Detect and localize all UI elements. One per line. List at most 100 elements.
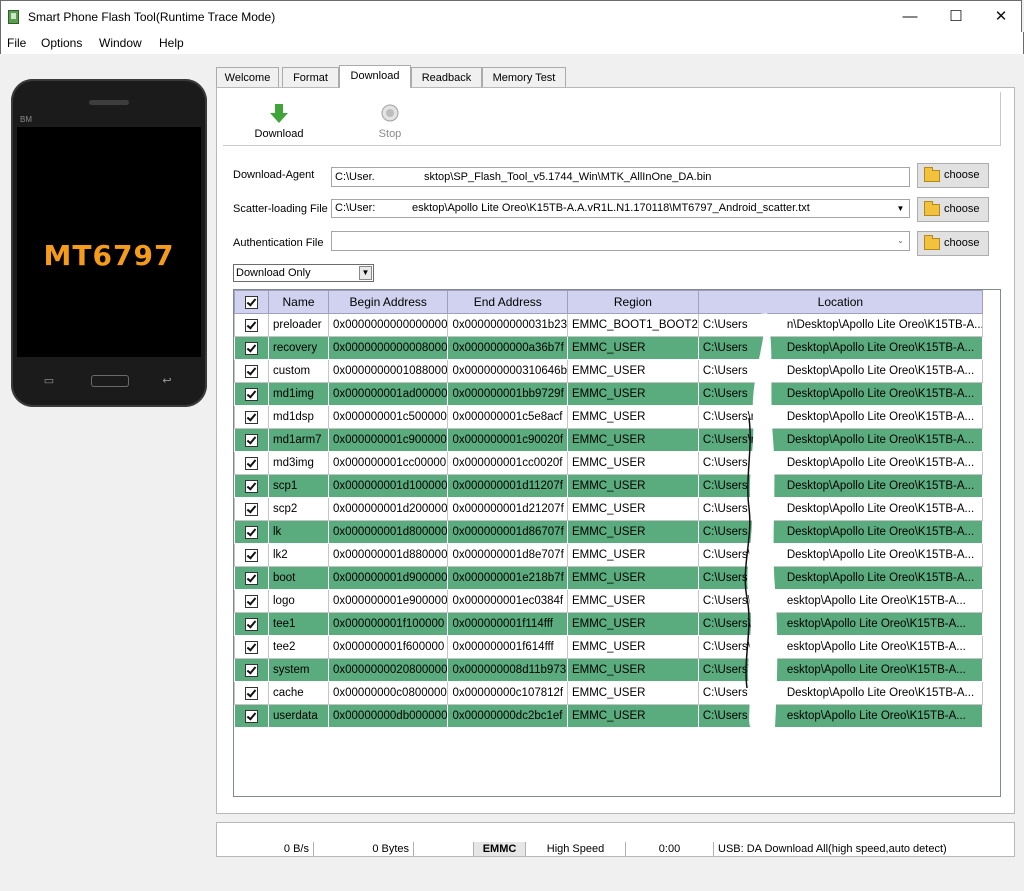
table-row[interactable]: cache 0x00000000c0800000 0x00000000c107812…	[234, 681, 983, 705]
row-checkbox[interactable]	[245, 433, 258, 447]
row-checkbox[interactable]	[245, 686, 258, 700]
begin-address: 0x0000000000008000	[327, 336, 449, 360]
row-checkbox-cell[interactable]	[234, 635, 269, 659]
row-checkbox[interactable]	[245, 709, 258, 723]
partition-name: lk	[268, 520, 329, 544]
auth-dropdown-icon[interactable]: ⌄	[893, 233, 908, 249]
partition-name: cache	[268, 681, 329, 705]
table-row[interactable]: preloader 0x0000000000000000 0x00000000000…	[234, 313, 983, 337]
table-row[interactable]: scp1 0x000000001d100000 0x000000001d11207f…	[234, 474, 983, 498]
row-checkbox[interactable]	[245, 617, 258, 631]
location-suffix: Desktop\Apollo Lite Oreo\K15TB-A...	[786, 572, 975, 584]
table-row[interactable]: md1dsp 0x000000001c500000 0x000000001c5e8a…	[234, 405, 983, 429]
table-row[interactable]: scp2 0x000000001d200000 0x000000001d21207f…	[234, 497, 983, 521]
end-address: 0x000000001d11207f	[447, 474, 568, 498]
row-checkbox-cell[interactable]	[234, 658, 269, 682]
choose-scatter-button[interactable]: choose	[917, 197, 989, 222]
scatter-combo[interactable]: C:\User: esktop\Apollo Lite Oreo\K15TB-A…	[331, 199, 910, 218]
choose-download-agent-button[interactable]: choose	[917, 163, 989, 188]
row-checkbox-cell[interactable]	[234, 451, 269, 475]
table-row[interactable]: md1arm7 0x000000001c900000 0x000000001c900…	[234, 428, 983, 452]
partition-grid: Name Begin Address End Address Region Lo…	[234, 290, 983, 728]
status-usb: USB: DA Download All(high speed,auto det…	[718, 843, 947, 855]
table-row[interactable]: lk 0x000000001d800000 0x000000001d86707f EM…	[234, 520, 983, 544]
row-checkbox-cell[interactable]	[234, 382, 269, 406]
table-row[interactable]: tee2 0x000000001f600000 0x000000001f614fff…	[234, 635, 983, 659]
row-checkbox-cell[interactable]	[234, 612, 269, 636]
row-checkbox[interactable]	[245, 548, 258, 562]
choose-auth-button[interactable]: choose	[917, 231, 989, 256]
tab-welcome[interactable]: Welcome	[216, 67, 279, 87]
auth-combo[interactable]: ⌄	[331, 231, 910, 251]
region: EMMC_USER	[566, 589, 699, 613]
row-checkbox-cell[interactable]	[234, 681, 269, 705]
menu-options[interactable]: Options	[41, 36, 82, 50]
menu-help[interactable]: Help	[159, 36, 184, 50]
row-checkbox-cell[interactable]	[234, 336, 269, 360]
row-checkbox-cell[interactable]	[234, 589, 269, 613]
location-suffix: Desktop\Apollo Lite Oreo\K15TB-A...	[786, 365, 975, 377]
location-suffix: esktop\Apollo Lite Oreo\K15TB-A...	[786, 664, 966, 676]
location-suffix: Desktop\Apollo Lite Oreo\K15TB-A...	[786, 342, 975, 354]
table-row[interactable]: boot 0x000000001d900000 0x000000001e218b7f…	[234, 566, 983, 590]
table-row[interactable]: md3img 0x000000001cc00000 0x000000001cc002…	[234, 451, 983, 475]
row-checkbox-cell[interactable]	[234, 313, 269, 337]
table-row[interactable]: lk2 0x000000001d880000 0x000000001d8e707f E…	[234, 543, 983, 567]
row-checkbox[interactable]	[245, 525, 258, 539]
close-button[interactable]: ✕	[978, 1, 1024, 33]
row-checkbox-cell[interactable]	[234, 520, 269, 544]
maximize-button[interactable]: ☐	[933, 1, 979, 33]
table-row[interactable]: tee1 0x000000001f100000 0x000000001f114fff…	[234, 612, 983, 636]
row-checkbox[interactable]	[245, 594, 258, 608]
table-row[interactable]: custom 0x0000000001088000 0x00000000031064…	[234, 359, 983, 383]
row-checkbox[interactable]	[245, 663, 258, 677]
minimize-button[interactable]: —	[887, 1, 933, 33]
row-checkbox[interactable]	[245, 410, 258, 424]
table-row[interactable]: system 0x0000000020800000 0x000000008d11b9…	[234, 658, 983, 682]
row-checkbox-cell[interactable]	[234, 543, 269, 567]
chip-label: MT6797	[43, 239, 175, 272]
table-row[interactable]: md1img 0x000000001ad00000 0x000000001bb972…	[234, 382, 983, 406]
begin-address: 0x00000000db000000	[327, 704, 449, 728]
partition-name: custom	[268, 359, 329, 383]
tab-memory-test[interactable]: Memory Test	[482, 67, 566, 87]
location-suffix: Desktop\Apollo Lite Oreo\K15TB-A...	[786, 388, 975, 400]
table-row[interactable]: logo 0x000000001e900000 0x000000001ec0384f…	[234, 589, 983, 613]
row-checkbox[interactable]	[245, 387, 258, 401]
row-checkbox[interactable]	[245, 571, 258, 585]
region: EMMC_USER	[566, 497, 699, 521]
row-checkbox[interactable]	[245, 318, 258, 332]
row-checkbox[interactable]	[245, 502, 258, 516]
col-region: Region	[566, 290, 699, 314]
row-checkbox[interactable]	[245, 456, 258, 470]
row-checkbox-cell[interactable]	[234, 405, 269, 429]
partition-name: system	[268, 658, 329, 682]
row-checkbox[interactable]	[245, 364, 258, 378]
row-checkbox-cell[interactable]	[234, 497, 269, 521]
tab-readback[interactable]: Readback	[411, 67, 482, 87]
menu-file[interactable]: File	[7, 36, 26, 50]
row-checkbox-cell[interactable]	[234, 428, 269, 452]
download-tool-button[interactable]: Download	[250, 103, 308, 140]
stop-tool-button[interactable]: Stop	[370, 103, 410, 140]
download-mode-select[interactable]: Download Only ▼	[233, 264, 374, 282]
table-row[interactable]: userdata 0x00000000db000000 0x00000000dc2b…	[234, 704, 983, 728]
row-checkbox-cell[interactable]	[234, 474, 269, 498]
row-checkbox[interactable]	[245, 341, 258, 355]
region: EMMC_USER	[566, 405, 699, 429]
menu-window[interactable]: Window	[99, 36, 142, 50]
row-checkbox-cell[interactable]	[234, 704, 269, 728]
tab-format[interactable]: Format	[282, 67, 339, 87]
row-checkbox[interactable]	[245, 479, 258, 493]
select-all-checkbox-cell[interactable]	[234, 290, 269, 314]
tab-download[interactable]: Download	[339, 65, 411, 88]
row-checkbox[interactable]	[245, 640, 258, 654]
toolbar	[223, 92, 1001, 146]
row-checkbox-cell[interactable]	[234, 359, 269, 383]
scatter-dropdown-icon[interactable]: ▼	[893, 201, 908, 217]
row-checkbox-cell[interactable]	[234, 566, 269, 590]
select-all-checkbox[interactable]	[245, 296, 258, 310]
location-suffix: esktop\Apollo Lite Oreo\K15TB-A...	[786, 710, 966, 722]
download-agent-field[interactable]: C:\User. sktop\SP_Flash_Tool_v5.1744_Win…	[331, 167, 910, 187]
table-row[interactable]: recovery 0x0000000000008000 0x0000000000a3…	[234, 336, 983, 360]
